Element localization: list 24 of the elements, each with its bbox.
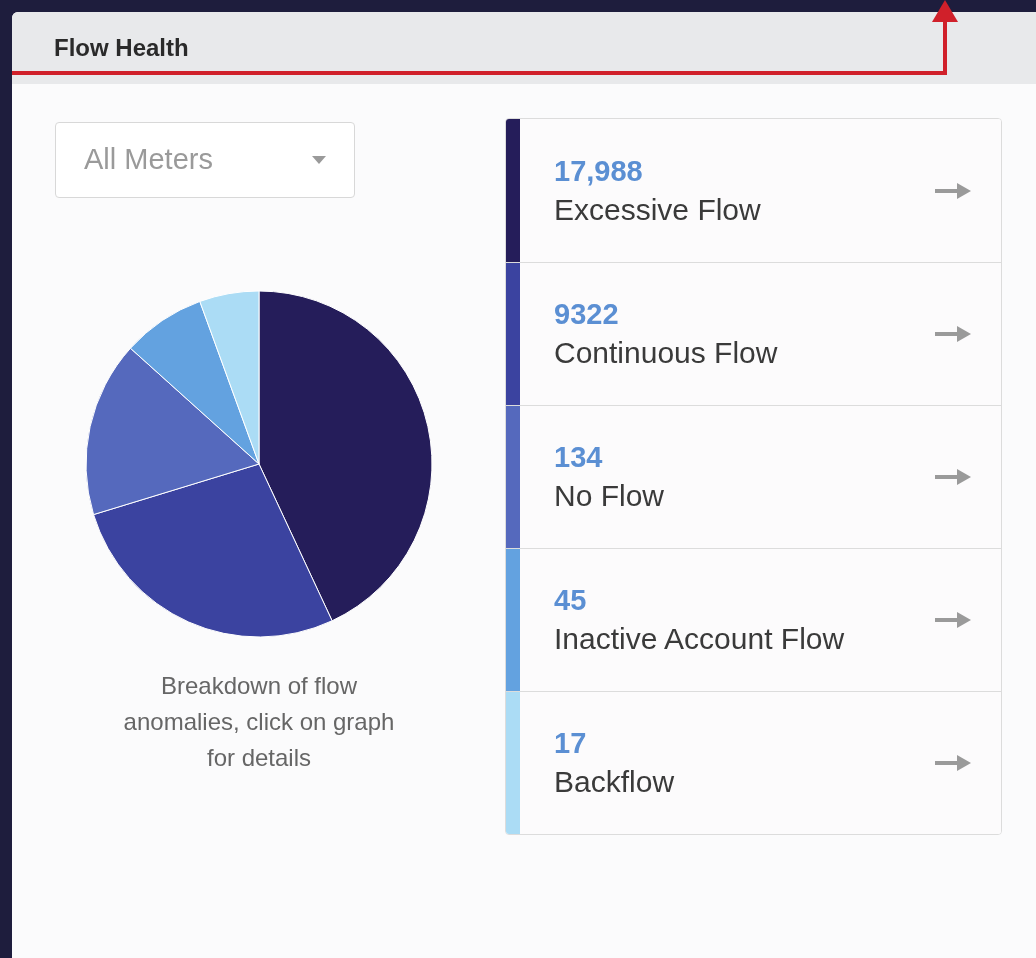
category-label: No Flow [554,478,666,514]
flow-category-row[interactable]: 9322 Continuous Flow [506,262,1001,405]
flow-category-row[interactable]: 17,988 Excessive Flow [506,119,1001,262]
count: 17,988 [554,153,644,189]
arrow-icon [935,753,971,773]
flow-category-row[interactable]: 17 Backflow [506,691,1001,834]
caret-icon [312,156,326,164]
category-label: Excessive Flow [554,191,762,228]
panel-title: Flow Health [54,33,189,63]
count: 45 [554,583,588,618]
category-label: Backflow [554,764,676,800]
arrow-icon [935,467,971,487]
count: 134 [554,440,604,475]
count: 9322 [554,297,620,332]
arrow-icon [935,180,971,201]
pie-chart-drawing[interactable] [85,290,433,638]
arrow-icon [935,324,971,344]
category-label: Continuous Flow [554,335,779,371]
arrow-icon [935,610,971,630]
chart-caption: Breakdown of flow anomalies, click on graph for details [122,671,396,773]
flow-category-row[interactable]: 134 No Flow [506,405,1001,548]
flow-category-row[interactable]: 45 Inactive Account Flow [506,548,1001,691]
count: 17 [554,726,588,761]
category-label: Inactive Account Flow [554,621,846,657]
